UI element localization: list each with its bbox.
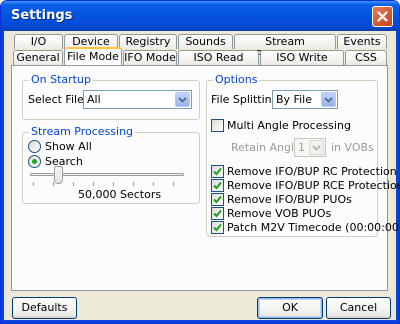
window-title: Settings bbox=[11, 8, 73, 23]
retain-angle-label: Retain Angle bbox=[231, 141, 301, 154]
in-vobs-label: in VOBs bbox=[331, 141, 374, 154]
tab-general[interactable]: General bbox=[13, 50, 63, 65]
file-splitting-value: By File bbox=[276, 93, 312, 106]
show-all-radio[interactable] bbox=[28, 140, 41, 153]
radio-selected-dot bbox=[32, 159, 37, 164]
select-files-value: All bbox=[87, 93, 101, 106]
options-group: Options File Splitting: By File Multi An… bbox=[206, 73, 399, 237]
tab-iso-read-mode[interactable]: ISO Read Mode bbox=[178, 50, 259, 77]
tab-css[interactable]: CSS bbox=[345, 50, 387, 65]
checkmark-icon bbox=[213, 167, 222, 176]
close-icon bbox=[377, 11, 388, 22]
remove-ifo-bup-puos-checkbox[interactable] bbox=[211, 193, 224, 206]
tab-sounds[interactable]: Sounds bbox=[178, 34, 233, 49]
on-startup-group-label: On Startup bbox=[29, 73, 93, 87]
multi-angle-checkbox[interactable] bbox=[211, 119, 224, 132]
options-group-label: Options bbox=[213, 73, 260, 87]
slider-tick bbox=[153, 182, 154, 186]
sectors-slider-thumb[interactable] bbox=[54, 166, 63, 184]
cancel-button[interactable]: Cancel bbox=[326, 297, 391, 319]
on-startup-group: On Startup Select Files: All bbox=[22, 73, 200, 120]
slider-tick bbox=[53, 182, 54, 186]
remove-vob-puos-label[interactable]: Remove VOB PUOs bbox=[227, 207, 331, 220]
remove-vob-puos-checkbox[interactable] bbox=[211, 207, 224, 220]
tab-events[interactable]: Events bbox=[337, 34, 387, 49]
tab-registry[interactable]: Registry bbox=[119, 34, 177, 49]
tab-io[interactable]: I/O bbox=[14, 34, 63, 49]
tab-iso-write-mode[interactable]: ISO Write Mode bbox=[260, 50, 344, 77]
slider-tick bbox=[113, 182, 114, 186]
file-mode-panel: On Startup Select Files: All Stream Proc… bbox=[11, 65, 399, 291]
checkmark-icon bbox=[213, 181, 222, 190]
stream-processing-group-label: Stream Processing bbox=[29, 125, 136, 139]
tab-stream-processing[interactable]: Stream Processing bbox=[234, 34, 336, 61]
search-radio[interactable] bbox=[28, 155, 41, 168]
remove-ifo-bup-rce-checkbox[interactable] bbox=[211, 179, 224, 192]
chevron-down-icon bbox=[309, 140, 324, 155]
ok-button[interactable]: OK bbox=[257, 297, 323, 319]
window-frame-left bbox=[1, 31, 4, 323]
window-frame-bottom bbox=[1, 320, 399, 323]
checkmark-icon bbox=[213, 223, 222, 232]
remove-ifo-bup-rce-label[interactable]: Remove IFO/BUP RCE Protection bbox=[227, 179, 399, 192]
remove-ifo-bup-rc-checkbox[interactable] bbox=[211, 165, 224, 178]
remove-ifo-bup-rc-label[interactable]: Remove IFO/BUP RC Protection bbox=[227, 165, 397, 178]
retain-angle-dropdown[interactable]: 1 bbox=[294, 138, 326, 157]
multi-angle-label[interactable]: Multi Angle Processing bbox=[227, 119, 351, 132]
close-button[interactable] bbox=[372, 6, 393, 27]
search-label[interactable]: Search bbox=[45, 155, 83, 168]
tab-ifo-mode[interactable]: IFO Mode bbox=[123, 50, 177, 65]
checkmark-icon bbox=[213, 195, 222, 204]
patch-m2v-timecode-label[interactable]: Patch M2V Timecode (00:00:00:00) bbox=[227, 221, 399, 234]
sectors-value-label: 50,000 Sectors bbox=[78, 188, 162, 201]
tab-file-mode[interactable]: File Mode bbox=[64, 47, 122, 65]
slider-tick bbox=[73, 182, 74, 186]
select-files-dropdown[interactable]: All bbox=[83, 90, 192, 109]
file-splitting-dropdown[interactable]: By File bbox=[272, 90, 338, 109]
patch-m2v-timecode-checkbox[interactable] bbox=[211, 221, 224, 234]
slider-tick bbox=[93, 182, 94, 186]
chevron-down-icon[interactable] bbox=[321, 92, 336, 107]
retain-angle-value: 1 bbox=[298, 141, 305, 154]
defaults-button[interactable]: Defaults bbox=[12, 297, 77, 319]
title-bar[interactable]: Settings bbox=[1, 1, 399, 31]
checkmark-icon bbox=[213, 209, 222, 218]
slider-tick bbox=[33, 182, 34, 186]
chevron-down-icon[interactable] bbox=[175, 92, 190, 107]
show-all-label[interactable]: Show All bbox=[45, 140, 92, 153]
slider-tick bbox=[173, 182, 174, 186]
slider-tick bbox=[133, 182, 134, 186]
remove-ifo-bup-puos-label[interactable]: Remove IFO/BUP PUOs bbox=[227, 193, 352, 206]
settings-window: Settings I/O Device Registry Sounds Stre… bbox=[0, 0, 400, 324]
stream-processing-group: Stream Processing Show All Search 50,000… bbox=[22, 125, 200, 204]
